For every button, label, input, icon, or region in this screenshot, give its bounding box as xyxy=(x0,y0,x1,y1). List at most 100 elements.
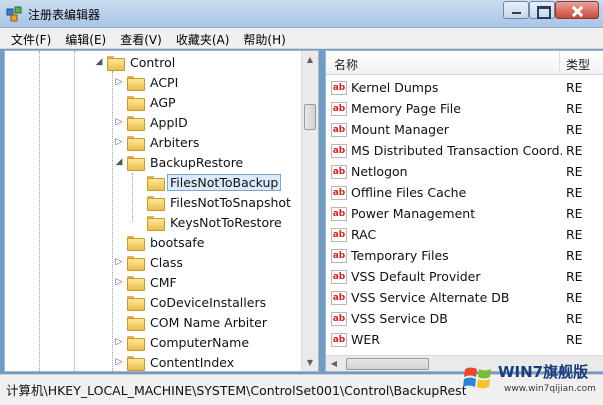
collapsed-arrow-icon[interactable]: ▷ xyxy=(113,132,125,152)
value-type: RE xyxy=(566,269,583,284)
tree-item[interactable]: CoDeviceInstallers xyxy=(113,292,269,312)
tree-item[interactable]: FilesNotToSnapshot xyxy=(133,192,294,212)
value-name: VSS Default Provider xyxy=(351,269,481,284)
folder-icon xyxy=(127,315,145,331)
collapsed-arrow-icon[interactable]: ▷ xyxy=(113,72,125,92)
tree-item[interactable]: COM Name Arbiter xyxy=(113,312,270,332)
tree-item-label[interactable]: COM Name Arbiter xyxy=(147,314,270,331)
menu-help[interactable]: 帮助(H) xyxy=(236,28,292,48)
tree-item[interactable]: ◢ BackupRestore xyxy=(113,152,246,172)
tree-item-label[interactable]: Class xyxy=(147,254,186,271)
collapsed-arrow-icon[interactable]: ▷ xyxy=(113,352,125,371)
tree-item-label[interactable]: KeysNotToRestore xyxy=(167,214,285,231)
tree-item[interactable]: ▷ ComputerName xyxy=(113,332,252,352)
collapsed-arrow-icon[interactable]: ▷ xyxy=(113,332,125,352)
column-type-header[interactable]: 类型 xyxy=(566,56,590,73)
string-value-icon: ab xyxy=(331,185,347,200)
tree-item-label[interactable]: Control xyxy=(127,54,178,71)
collapsed-arrow-icon[interactable]: ▷ xyxy=(113,272,125,292)
column-header: 名称 类型 xyxy=(326,51,603,75)
value-name: WER xyxy=(351,332,380,347)
value-name: Power Management xyxy=(351,206,476,221)
tree-item[interactable]: FilesNotToBackup xyxy=(133,172,282,192)
tree-guide-line xyxy=(74,51,75,371)
tree-item-label[interactable]: FilesNotToSnapshot xyxy=(167,194,294,211)
folder-icon xyxy=(147,175,165,191)
folder-icon xyxy=(107,55,125,71)
expanded-arrow-icon[interactable]: ◢ xyxy=(113,152,125,172)
minimize-button[interactable] xyxy=(503,1,529,19)
tree-item[interactable]: ▷ ACPI xyxy=(113,72,181,92)
tree-item-label[interactable]: AppID xyxy=(147,114,191,131)
scroll-up-icon[interactable]: ▲ xyxy=(302,51,318,68)
value-name: Temporary Files xyxy=(351,248,449,263)
tree-item[interactable]: bootsafe xyxy=(113,232,207,252)
tree-item[interactable]: ◢ Control xyxy=(93,52,178,72)
menu-edit[interactable]: 编辑(E) xyxy=(58,28,113,48)
value-row[interactable]: ab VSS Service Alternate DB RE xyxy=(326,287,603,308)
menu-view[interactable]: 查看(V) xyxy=(113,28,169,48)
tree-item[interactable]: ▷ Arbiters xyxy=(113,132,202,152)
value-row[interactable]: ab WER RE xyxy=(326,329,603,350)
value-row[interactable]: ab VSS Service DB RE xyxy=(326,308,603,329)
close-button[interactable] xyxy=(555,1,599,19)
folder-icon xyxy=(127,255,145,271)
value-row[interactable]: ab Temporary Files RE xyxy=(326,245,603,266)
value-name: VSS Service Alternate DB xyxy=(351,290,510,305)
values-list[interactable]: 名称 类型 ab Kernel Dumps RE ab Memory Page File… xyxy=(325,50,603,372)
tree-item-label[interactable]: FilesNotToBackup xyxy=(167,173,282,191)
tree-item[interactable]: AGP xyxy=(113,92,179,112)
tree-item-label[interactable]: ComputerName xyxy=(147,334,252,351)
tree-item-label[interactable]: bootsafe xyxy=(147,234,207,251)
tree-item-label[interactable]: ContentIndex xyxy=(147,354,237,371)
maximize-button[interactable] xyxy=(529,1,555,19)
value-name: RAC xyxy=(351,227,377,242)
column-name-header[interactable]: 名称 xyxy=(334,56,358,73)
tree-vertical-scrollbar[interactable]: ▲ ▼ xyxy=(301,51,318,371)
value-row[interactable]: ab Memory Page File RE xyxy=(326,98,603,119)
value-row[interactable]: ab RAC RE xyxy=(326,224,603,245)
scroll-down-icon[interactable]: ▼ xyxy=(302,354,318,371)
value-row[interactable]: ab MS Distributed Transaction Coord... RE xyxy=(326,140,603,161)
tree-item-label[interactable]: Arbiters xyxy=(147,134,202,151)
scroll-thumb[interactable] xyxy=(346,358,429,370)
tree-item-label[interactable]: CoDeviceInstallers xyxy=(147,294,269,311)
registry-tree[interactable]: ◢ Control ▷ ACPI AGP ▷ AppID ▷ Arbiters ◢ BackupRe… xyxy=(4,50,319,372)
value-row[interactable]: ab Offline Files Cache RE xyxy=(326,182,603,203)
tree-item-label[interactable]: ACPI xyxy=(147,74,181,91)
value-row[interactable]: ab Kernel Dumps RE xyxy=(326,77,603,98)
value-type: RE xyxy=(566,101,583,116)
tree-item-label[interactable]: BackupRestore xyxy=(147,154,246,171)
scroll-thumb[interactable] xyxy=(304,104,316,130)
string-value-icon: ab xyxy=(331,332,347,347)
value-type: RE xyxy=(566,122,583,137)
collapsed-arrow-icon[interactable]: ▷ xyxy=(113,252,125,272)
value-row[interactable]: ab VSS Default Provider RE xyxy=(326,266,603,287)
string-value-icon: ab xyxy=(331,143,347,158)
tree-item[interactable]: ▷ ContentIndex xyxy=(113,352,237,371)
tree-item[interactable]: ▷ AppID xyxy=(113,112,191,132)
value-type: RE xyxy=(566,80,583,95)
tree-item[interactable]: ▷ Class xyxy=(113,252,186,272)
expanded-arrow-icon[interactable]: ◢ xyxy=(93,52,105,72)
folder-icon xyxy=(127,355,145,371)
value-name: Memory Page File xyxy=(351,101,461,116)
tree-item-label[interactable]: CMF xyxy=(147,274,180,291)
value-row[interactable]: ab Netlogon RE xyxy=(326,161,603,182)
value-type: RE xyxy=(566,164,583,179)
collapsed-arrow-icon[interactable]: ▷ xyxy=(113,112,125,132)
value-row[interactable]: ab Power Management RE xyxy=(326,203,603,224)
title-bar[interactable]: 注册表编辑器 xyxy=(0,0,603,28)
value-row[interactable]: ab Mount Manager RE xyxy=(326,119,603,140)
menu-favorites[interactable]: 收藏夹(A) xyxy=(169,28,237,48)
tree-item[interactable]: KeysNotToRestore xyxy=(133,212,285,232)
column-divider[interactable] xyxy=(559,51,560,75)
tree-item-label[interactable]: AGP xyxy=(147,94,179,111)
menu-file[interactable]: 文件(F) xyxy=(4,28,58,48)
tree-item[interactable]: ▷ CMF xyxy=(113,272,180,292)
value-type: RE xyxy=(566,290,583,305)
scroll-left-icon[interactable]: ◀ xyxy=(326,356,342,371)
